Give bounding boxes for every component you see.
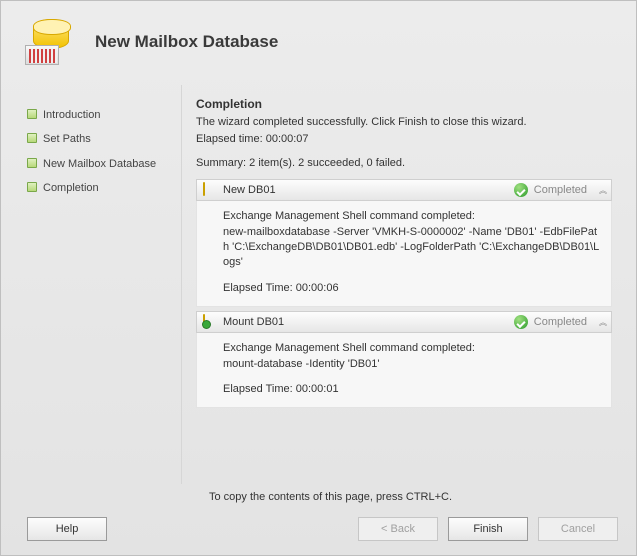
step-icon: [27, 158, 37, 168]
section-title: Completion: [196, 97, 612, 111]
button-bar: Help < Back Finish Cancel: [19, 517, 618, 541]
task-header[interactable]: Mount DB01 Completed ︽: [196, 311, 612, 333]
wizard-header: New Mailbox Database: [1, 1, 636, 75]
cancel-button: Cancel: [538, 517, 618, 541]
sidebar-item-label: Introduction: [43, 108, 100, 122]
task-name: New DB01: [223, 184, 508, 196]
wizard-main: Completion The wizard completed successf…: [182, 75, 626, 484]
sidebar-item-introduction[interactable]: Introduction: [27, 103, 173, 127]
wizard-body: Introduction Set Paths New Mailbox Datab…: [1, 75, 636, 484]
sidebar-item-set-paths[interactable]: Set Paths: [27, 127, 173, 151]
success-icon: [514, 315, 528, 329]
finish-button[interactable]: Finish: [448, 517, 528, 541]
task-detail: Exchange Management Shell command comple…: [196, 201, 612, 307]
sidebar-item-new-mailbox-database[interactable]: New Mailbox Database: [27, 152, 173, 176]
step-icon: [27, 182, 37, 192]
elapsed-time: Elapsed time: 00:00:07: [196, 132, 612, 147]
cmd-label: Exchange Management Shell command comple…: [223, 209, 601, 224]
copy-hint: To copy the contents of this page, press…: [209, 490, 618, 505]
cmd-text: mount-database -Identity 'DB01': [223, 357, 601, 372]
cmd-text: new-mailboxdatabase -Server 'VMKH-S-0000…: [223, 225, 601, 271]
database-icon: [203, 183, 217, 197]
step-icon: [27, 109, 37, 119]
task-header[interactable]: New DB01 Completed ︽: [196, 179, 612, 201]
wizard-title: New Mailbox Database: [95, 32, 278, 52]
sidebar-item-label: Completion: [43, 181, 99, 195]
task-elapsed: Elapsed Time: 00:00:01: [223, 382, 601, 397]
sidebar-item-completion[interactable]: Completion: [27, 176, 173, 200]
sidebar-item-label: New Mailbox Database: [43, 157, 156, 171]
wizard-sidebar: Introduction Set Paths New Mailbox Datab…: [1, 75, 181, 484]
mount-database-icon: [203, 315, 217, 329]
task-status: Completed: [534, 184, 587, 196]
help-button[interactable]: Help: [27, 517, 107, 541]
chevron-up-icon: ︽: [599, 317, 605, 328]
mailbox-database-icon: [25, 19, 77, 65]
success-icon: [514, 183, 528, 197]
cmd-label: Exchange Management Shell command comple…: [223, 341, 601, 356]
task-item: New DB01 Completed ︽ Exchange Management…: [196, 179, 612, 307]
wizard-footer: To copy the contents of this page, press…: [1, 484, 636, 555]
completion-message: The wizard completed successfully. Click…: [196, 115, 612, 130]
task-detail: Exchange Management Shell command comple…: [196, 333, 612, 408]
task-item: Mount DB01 Completed ︽ Exchange Manageme…: [196, 311, 612, 408]
sidebar-item-label: Set Paths: [43, 132, 91, 146]
task-elapsed: Elapsed Time: 00:00:06: [223, 281, 601, 296]
task-status: Completed: [534, 316, 587, 328]
back-button: < Back: [358, 517, 438, 541]
chevron-up-icon: ︽: [599, 185, 605, 196]
summary-line: Summary: 2 item(s). 2 succeeded, 0 faile…: [196, 156, 612, 171]
step-icon: [27, 133, 37, 143]
wizard-window: New Mailbox Database Introduction Set Pa…: [0, 0, 637, 556]
task-name: Mount DB01: [223, 316, 508, 328]
